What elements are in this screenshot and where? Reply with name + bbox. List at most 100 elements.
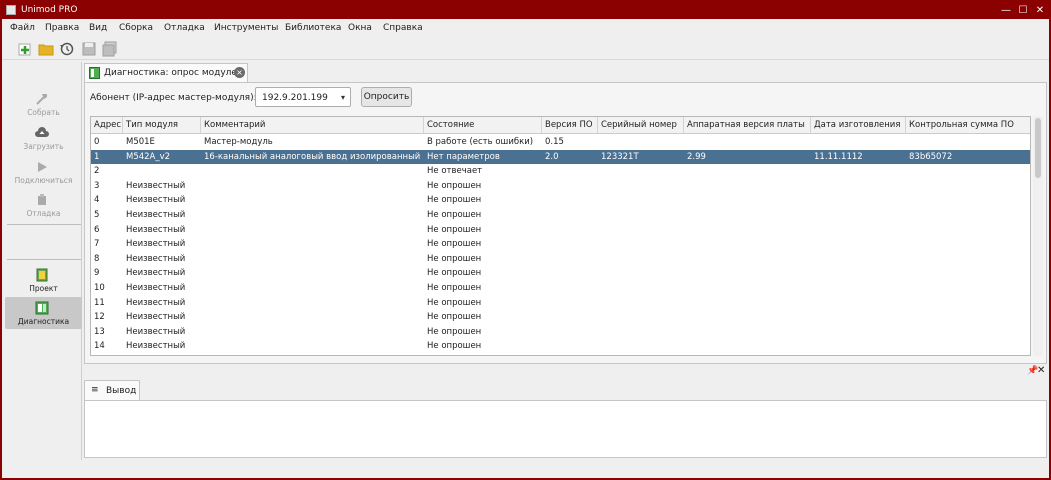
menu-build[interactable]: Сборка [119, 23, 153, 33]
table-row[interactable]: 5 Неизвестный Не опрошен [91, 208, 1030, 223]
col-serial-cell [598, 164, 684, 179]
table-row[interactable]: 12 Неизвестный Не опрошен [91, 310, 1030, 325]
col-comment-cell [201, 252, 424, 267]
status-bar [2, 462, 1049, 478]
tab-diagnostics-poll[interactable]: Диагностика: опрос модулей × [84, 63, 248, 82]
table-row[interactable]: 3 Неизвестный Не опрошен [91, 179, 1030, 194]
ip-address-combo[interactable]: 192.9.201.199 ▾ [255, 87, 351, 107]
menu-view[interactable]: Вид [89, 23, 107, 33]
col-sw-version-cell [542, 179, 598, 194]
col-checksum-cell [906, 164, 1030, 179]
build-label: Собрать [27, 108, 60, 117]
col-module-type-cell: Неизвестный [126, 283, 186, 293]
panel-separator [7, 224, 81, 225]
close-output-icon[interactable]: ✕ [1037, 365, 1045, 376]
col-module-type-cell [123, 164, 201, 179]
col-sw-version-cell [542, 310, 598, 325]
table-row[interactable]: 6 Неизвестный Не опрошен [91, 223, 1030, 238]
menu-windows[interactable]: Окна [348, 23, 372, 33]
toolbar [2, 38, 1049, 60]
project-label: Проект [29, 284, 58, 293]
connect-action[interactable]: Подключиться [5, 156, 82, 188]
output-text-area[interactable] [84, 400, 1047, 458]
col-sw-version-cell: 0.15 [545, 137, 564, 147]
col-checksum-header[interactable]: Контрольная сумма ПО [906, 117, 1030, 134]
maximize-button[interactable]: ☐ [1015, 4, 1031, 17]
table-row[interactable]: 2 Не отвечает [91, 164, 1030, 179]
scrollbar-thumb[interactable] [1035, 118, 1041, 178]
menu-library[interactable]: Библиотека [285, 23, 341, 33]
table-row[interactable]: 13 Неизвестный Не опрошен [91, 325, 1030, 340]
col-address-cell: 3 [94, 180, 100, 191]
menu-help[interactable]: Справка [383, 23, 423, 33]
view-project[interactable]: Проект [5, 264, 82, 296]
col-state-cell: Не опрошен [427, 195, 482, 206]
col-sw-version-header[interactable]: Версия ПО [542, 117, 598, 134]
close-tab-icon[interactable]: × [234, 67, 245, 78]
col-serial-cell [598, 135, 684, 150]
col-checksum-cell [906, 281, 1030, 296]
col-state-cell: Не опрошен [427, 210, 482, 220]
save-icon[interactable] [81, 41, 97, 57]
open-folder-icon[interactable] [38, 41, 54, 57]
menu-debug[interactable]: Отладка [164, 23, 205, 33]
debug-action[interactable]: Отладка [5, 189, 82, 221]
tab-output[interactable]: ≡ Вывод [84, 380, 140, 400]
col-serial-cell [598, 339, 684, 354]
minimize-button[interactable]: — [998, 4, 1014, 17]
col-serial-cell [598, 325, 684, 340]
col-comment-cell [201, 339, 424, 354]
history-icon[interactable] [59, 41, 75, 57]
table-row[interactable]: 14 Неизвестный Не опрошен [91, 339, 1030, 354]
col-state-header[interactable]: Состояние [424, 117, 542, 134]
table-row[interactable]: 1 M542A_v2 16-канальный аналоговый ввод из… [91, 149, 1030, 165]
col-serial-cell [598, 208, 684, 223]
col-sw-version-cell: 2.0 [545, 151, 559, 162]
upload-action[interactable]: Загрузить [5, 122, 82, 154]
project-icon [35, 268, 49, 282]
new-project-icon[interactable] [17, 41, 33, 57]
col-serial-cell [598, 281, 684, 296]
col-state-cell: Нет параметров [427, 151, 500, 162]
table-row[interactable]: 7 Неизвестный Не опрошен [91, 237, 1030, 252]
col-address-cell: 4 [94, 195, 100, 206]
left-panel: Собрать Загрузить Подключиться Отладка П… [5, 62, 82, 460]
col-mfg-date-cell [811, 266, 906, 281]
bug-icon [35, 193, 49, 207]
table-row[interactable]: 9 Неизвестный Не опрошен [91, 266, 1030, 281]
col-serial-header[interactable]: Серийный номер [598, 117, 684, 134]
menu-file[interactable]: Файл [10, 23, 35, 33]
build-action[interactable]: Собрать [5, 88, 82, 120]
col-sw-version-cell [542, 325, 598, 340]
cloud-upload-icon [35, 126, 49, 140]
save-all-icon[interactable] [102, 41, 118, 57]
abonent-label: Абонент (IP-адрес мастер-модуля): [90, 93, 257, 103]
table-row[interactable]: 11 Неизвестный Не опрошен [91, 296, 1030, 311]
col-checksum-cell [906, 310, 1030, 325]
col-address-cell: 11 [94, 297, 105, 308]
vertical-scrollbar[interactable] [1033, 116, 1043, 356]
col-sw-version-cell [542, 237, 598, 252]
menu-tools[interactable]: Инструменты [214, 23, 278, 33]
table-row[interactable]: 4 Неизвестный Не опрошен [91, 193, 1030, 208]
col-module-type-header[interactable]: Тип модуля [123, 117, 201, 134]
table-row[interactable]: 8 Неизвестный Не опрошен [91, 252, 1030, 267]
menu-bar: Файл Правка Вид Сборка Отладка Инструмен… [2, 19, 1049, 38]
col-address-header[interactable]: Адрес [91, 117, 123, 134]
col-module-type-cell: Неизвестный [126, 268, 186, 279]
table-row[interactable]: 0 M501E Мастер-модуль В работе (есть ошибки… [91, 135, 1030, 150]
col-mfg-date-header[interactable]: Дата изготовления [811, 117, 906, 134]
col-mfg-date-cell [811, 296, 906, 311]
view-diagnostics[interactable]: Диагностика [5, 297, 82, 329]
poll-button[interactable]: Опросить [361, 87, 412, 107]
col-sw-version-cell [542, 193, 598, 208]
col-hw-version-header[interactable]: Аппаратная версия платы [684, 117, 811, 134]
col-address-cell: 8 [94, 253, 100, 264]
col-comment-header[interactable]: Комментарий [201, 117, 424, 134]
close-window-button[interactable]: ✕ [1032, 4, 1048, 17]
col-serial-cell [598, 193, 684, 208]
col-comment-cell [201, 164, 424, 179]
col-module-type-cell: Неизвестный [126, 312, 186, 323]
menu-edit[interactable]: Правка [45, 23, 79, 33]
table-row[interactable]: 10 Неизвестный Не опрошен [91, 281, 1030, 296]
